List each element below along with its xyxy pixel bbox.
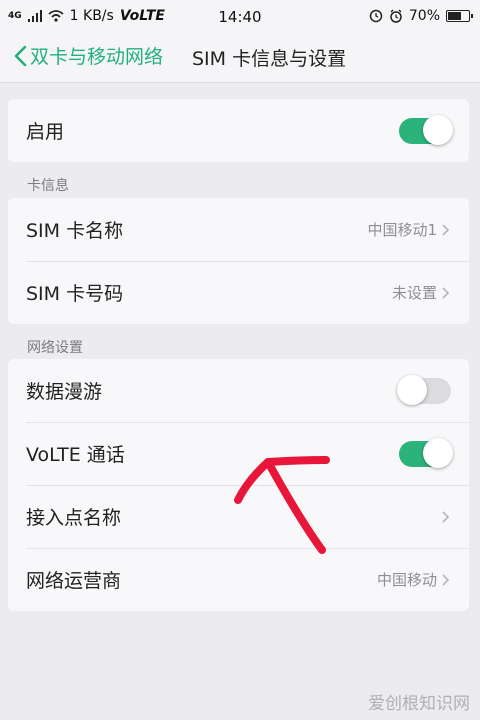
watermark: 爱创根知识网 [368,694,470,714]
annotation-arrow [234,456,330,554]
